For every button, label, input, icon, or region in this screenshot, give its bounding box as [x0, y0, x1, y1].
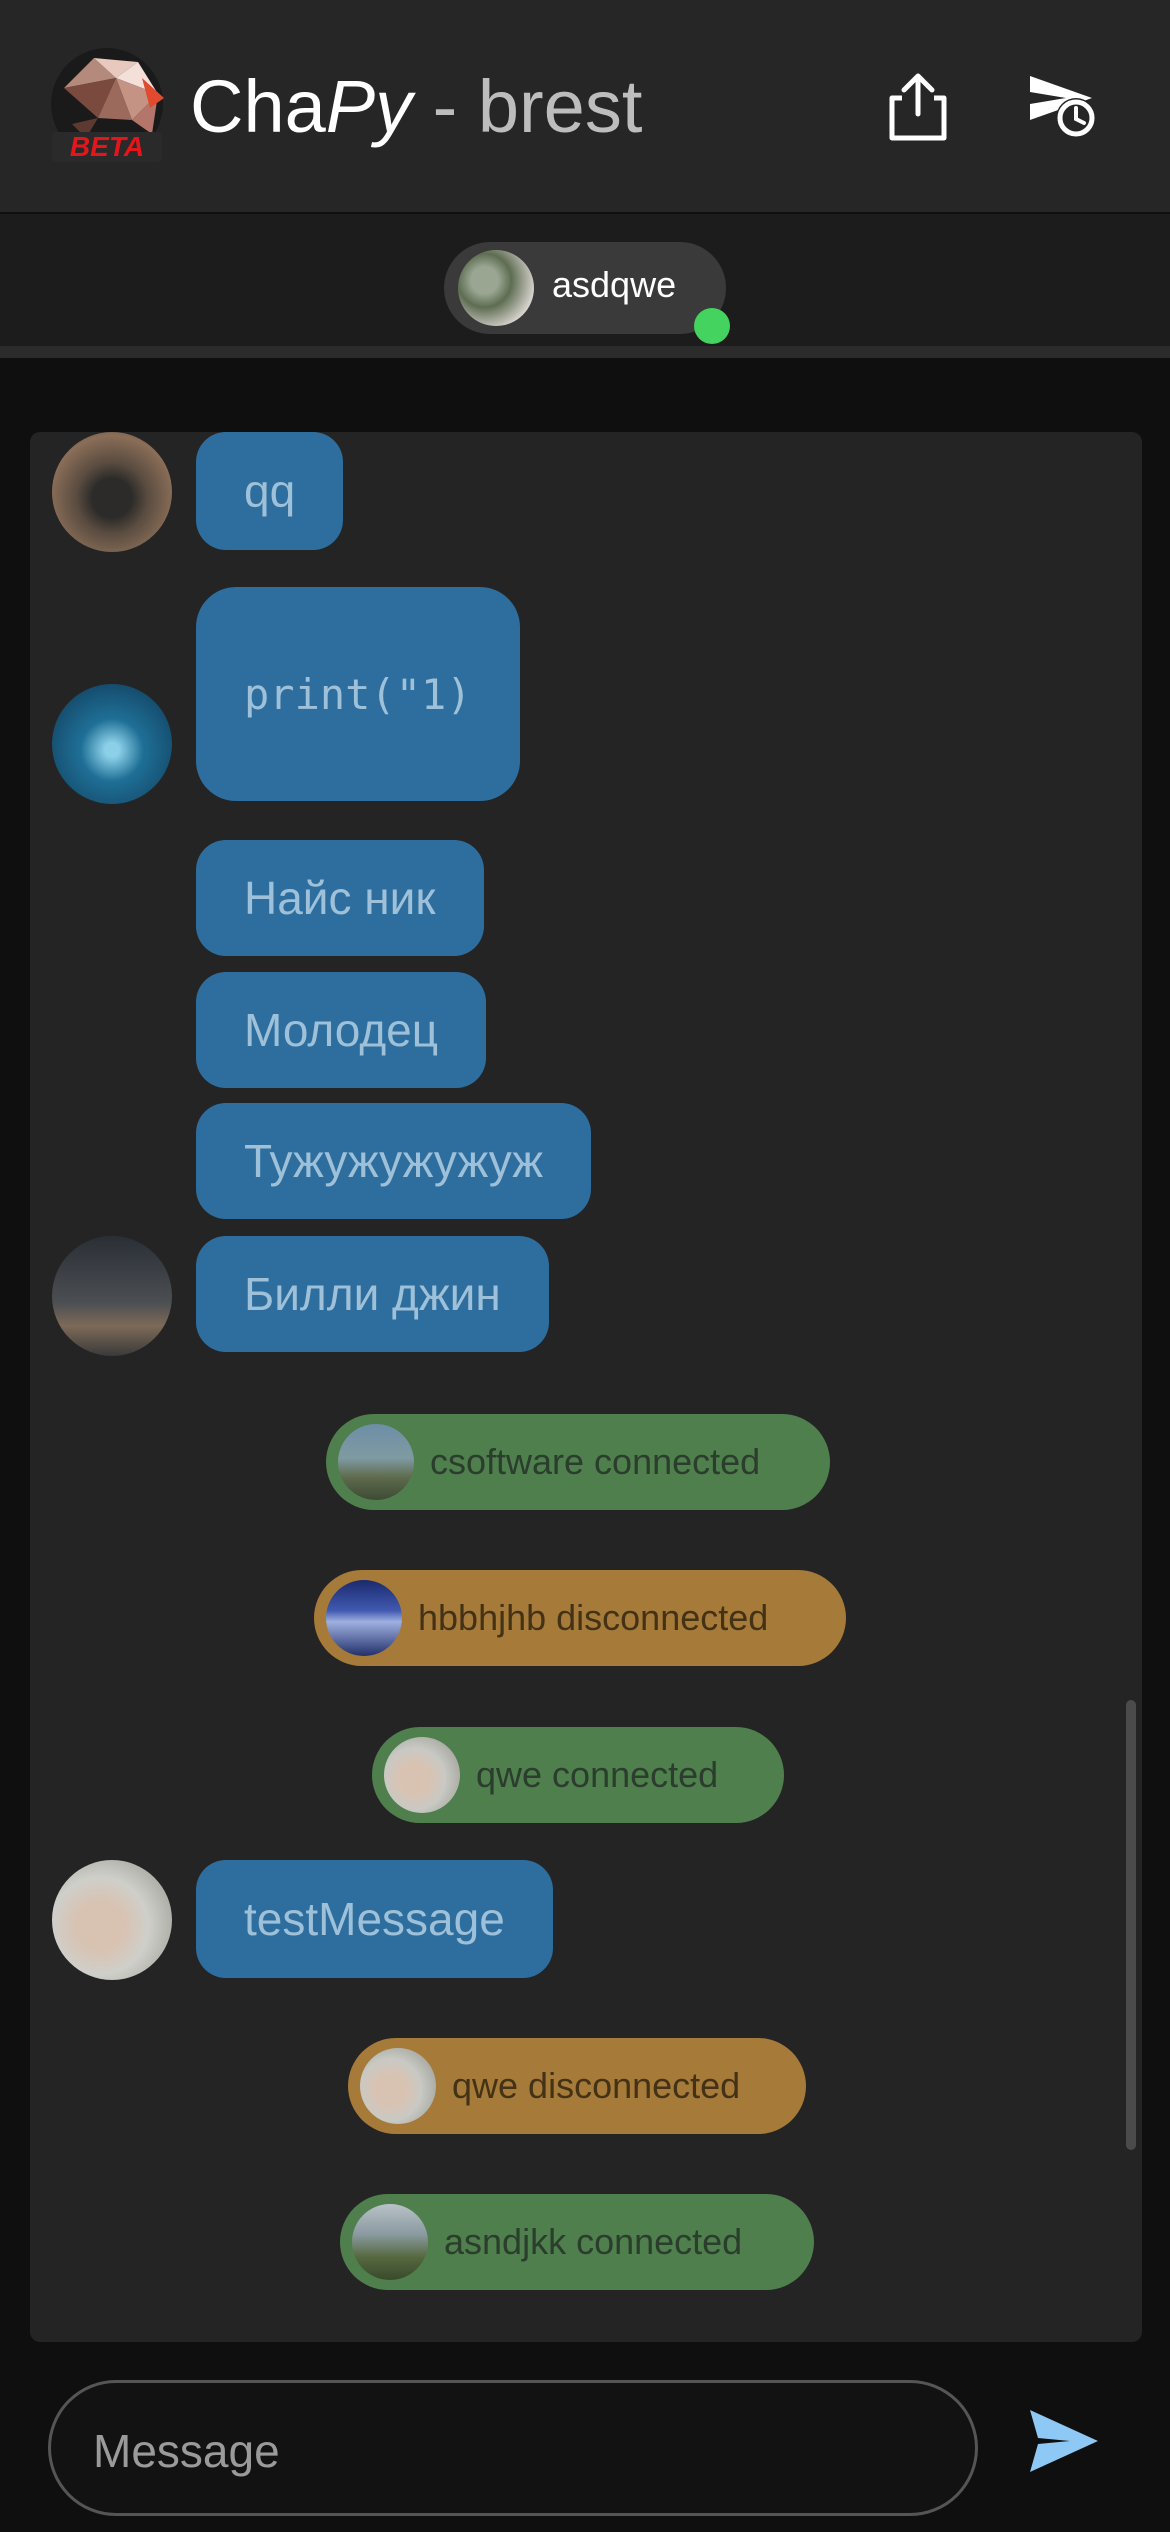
status-text: csoftware connected	[430, 1441, 761, 1482]
message-bubble: testMessage	[196, 1860, 553, 1978]
app-title: ChaPy - brest	[190, 62, 642, 152]
message-input[interactable]	[91, 2413, 931, 2489]
app-header: BETA ChaPy - brest	[0, 0, 1170, 212]
message-bubble: print("1)	[196, 587, 520, 801]
avatar	[52, 1236, 172, 1356]
status-text: qwe disconnected	[452, 2065, 741, 2106]
status-text: asndjkk connected	[444, 2221, 743, 2262]
send-clock-icon[interactable]	[1026, 68, 1102, 144]
app-logo: BETA	[51, 48, 164, 162]
room-name: - brest	[412, 65, 643, 148]
message-bubble: Билли джин	[196, 1236, 549, 1352]
message-bubble: Молодец	[196, 972, 487, 1088]
message-composer	[48, 2380, 978, 2516]
online-status-dot	[694, 308, 730, 344]
online-user-chip[interactable]: asdqwe	[444, 242, 730, 344]
message-bubble: Найс ник	[196, 840, 484, 956]
online-users-bar: asdqwe	[0, 214, 1170, 358]
avatar	[52, 684, 172, 804]
app-name-py: Py	[325, 65, 413, 148]
avatar	[326, 1580, 402, 1656]
status-badge: qwe connected	[372, 1727, 784, 1823]
online-user-name: asdqwe	[552, 264, 677, 305]
avatar	[52, 432, 172, 552]
status-text: qwe connected	[476, 1754, 719, 1795]
avatar	[338, 1424, 414, 1500]
beta-badge: BETA	[70, 131, 144, 162]
status-text: hbbhjhb disconnected	[418, 1597, 769, 1638]
chat-scrollbar[interactable]	[1126, 1700, 1136, 2150]
chat-messages[interactable]: qq print("1) Найс ник Молодец Тужужужужу…	[30, 432, 1142, 2342]
avatar	[360, 2048, 436, 2124]
message-bubble: qq	[196, 432, 344, 550]
avatar	[458, 250, 534, 326]
status-badge: asndjkk connected	[340, 2194, 814, 2290]
status-badge: csoftware connected	[326, 1414, 830, 1510]
avatar	[384, 1737, 460, 1813]
avatar	[52, 1860, 172, 1980]
share-icon[interactable]	[880, 68, 956, 144]
send-icon[interactable]	[1026, 2406, 1102, 2476]
avatar	[352, 2204, 428, 2280]
status-badge: qwe disconnected	[348, 2038, 806, 2134]
message-bubble: Тужужужужуж	[196, 1103, 592, 1219]
status-badge: hbbhjhb disconnected	[314, 1570, 846, 1666]
app-name-cha: Cha	[190, 65, 326, 148]
